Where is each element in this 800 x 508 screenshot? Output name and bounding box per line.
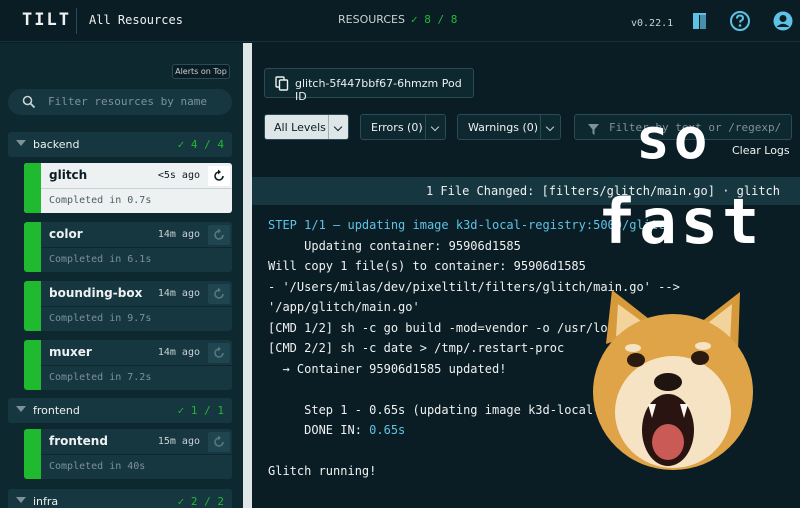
resource-updated: 14m ago	[157, 347, 200, 358]
filter-label: Errors (0)	[371, 121, 423, 134]
all-resources-link[interactable]: All Resources	[89, 13, 183, 27]
alerts-on-top-button[interactable]: Alerts on Top	[172, 64, 230, 79]
resource-card-bounding-box[interactable]: bounding-box 14m ago Completed in 9.7s	[24, 281, 232, 331]
group-infra[interactable]: infra ✓ 2 / 2	[8, 489, 232, 508]
trigger-update-button[interactable]	[208, 225, 230, 245]
overlay-text-so: so	[636, 107, 712, 172]
resource-updated: 15m ago	[157, 436, 200, 447]
resource-name: muxer	[49, 345, 92, 359]
resource-card-glitch[interactable]: glitch <5s ago Completed in 0.7s	[24, 163, 232, 213]
group-backend[interactable]: backend ✓ 4 / 4	[8, 132, 232, 157]
resource-name: bounding-box	[49, 286, 143, 300]
caret-down-icon	[16, 406, 26, 412]
book-icon[interactable]	[689, 10, 711, 32]
resource-card-muxer[interactable]: muxer 14m ago Completed in 7.2s	[24, 340, 232, 390]
log-filter-bar: All Levels Errors (0) Warnings (0) Filte…	[252, 110, 800, 144]
trigger-update-button[interactable]	[208, 166, 230, 186]
filter-label: All Levels	[274, 121, 326, 134]
done-time: 0.65s	[369, 423, 406, 437]
group-name: infra	[33, 495, 59, 508]
resource-updated: <5s ago	[157, 170, 200, 181]
pane-resize-handle[interactable]	[243, 43, 252, 508]
resource-card-color[interactable]: color 14m ago Completed in 6.1s	[24, 222, 232, 272]
trigger-update-button[interactable]	[208, 343, 230, 363]
account-icon[interactable]	[772, 10, 794, 32]
chevron-down-icon[interactable]	[540, 115, 560, 139]
log-line: Will copy 1 file(s) to container: 95906d…	[268, 259, 586, 273]
caret-down-icon	[16, 140, 26, 146]
caret-down-icon	[16, 497, 26, 503]
trigger-update-button[interactable]	[208, 284, 230, 304]
refresh-icon	[214, 435, 224, 447]
help-icon[interactable]	[729, 10, 751, 32]
resource-name: glitch	[49, 168, 88, 182]
chevron-down-icon[interactable]	[425, 115, 445, 139]
filter-label: Warnings (0)	[468, 121, 539, 134]
status-bar	[24, 163, 41, 213]
status-bar	[24, 281, 41, 331]
resources-summary: RESOURCES ✓ 8 / 8	[338, 13, 457, 26]
resource-status: Completed in 40s	[49, 461, 146, 472]
search-icon	[22, 94, 36, 113]
resource-name: color	[49, 227, 83, 241]
status-bar	[24, 222, 41, 272]
refresh-icon	[214, 169, 224, 181]
refresh-icon	[214, 287, 224, 299]
app-header: TILT All Resources RESOURCES ✓ 8 / 8 v0.2…	[0, 0, 800, 42]
doge-image	[578, 282, 758, 482]
resource-status: Completed in 9.7s	[49, 313, 152, 324]
done-label: DONE IN:	[268, 423, 370, 437]
resource-name: frontend	[49, 434, 108, 448]
overlay-text-fast: fast	[598, 185, 764, 258]
resource-card-frontend[interactable]: frontend 15m ago Completed in 40s	[24, 429, 232, 479]
level-filter-warnings[interactable]: Warnings (0)	[457, 114, 561, 140]
status-bar	[24, 429, 41, 479]
resource-status: Completed in 0.7s	[49, 195, 152, 206]
group-count: ✓ 1 / 1	[177, 404, 224, 417]
trigger-update-button[interactable]	[208, 432, 230, 452]
filter-icon	[587, 121, 600, 140]
resource-status: Completed in 6.1s	[49, 254, 152, 265]
resource-updated: 14m ago	[157, 229, 200, 240]
tilt-logo[interactable]: TILT	[22, 10, 71, 30]
chevron-down-icon[interactable]	[328, 115, 348, 139]
group-name: backend	[33, 138, 80, 151]
search-placeholder: Filter resources by name	[48, 95, 207, 108]
resources-count: ✓ 8 / 8	[411, 13, 458, 26]
group-frontend[interactable]: frontend ✓ 1 / 1	[8, 398, 232, 423]
pod-id-copy-button[interactable]: glitch-5f447bbf67-6hmzm Pod ID	[264, 68, 474, 103]
resource-status: Completed in 7.2s	[49, 372, 152, 383]
clear-logs-button[interactable]: Clear Logs	[732, 144, 790, 157]
refresh-icon	[214, 346, 224, 358]
refresh-icon	[214, 228, 224, 240]
group-count: ✓ 4 / 4	[177, 138, 224, 151]
header-divider	[76, 8, 77, 34]
resource-updated: 14m ago	[157, 288, 200, 299]
level-filter-errors[interactable]: Errors (0)	[360, 114, 446, 140]
group-count: ✓ 2 / 2	[177, 495, 224, 508]
sidebar: Alerts on Top Filter resources by name b…	[0, 43, 243, 508]
version-label: v0.22.1	[631, 18, 674, 29]
copy-icon	[275, 76, 289, 95]
pod-id-text: glitch-5f447bbf67-6hmzm Pod ID	[295, 77, 462, 103]
level-filter-all[interactable]: All Levels	[264, 114, 349, 140]
resources-label: RESOURCES	[338, 13, 405, 26]
resource-search[interactable]: Filter resources by name	[8, 89, 232, 115]
status-bar	[24, 340, 41, 390]
group-name: frontend	[33, 404, 80, 417]
